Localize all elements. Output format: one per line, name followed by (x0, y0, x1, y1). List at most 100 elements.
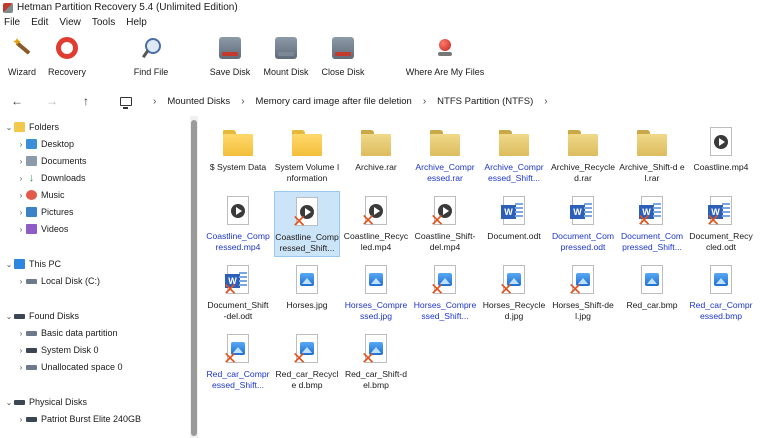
video-file-icon (223, 195, 253, 227)
crumb-memory-card-image[interactable]: Memory card image after file deletion (256, 96, 412, 107)
chevron-down-icon[interactable]: ⌄ (4, 123, 14, 132)
file-item[interactable]: ✕ Archive_Compr essed_Shift... (481, 122, 547, 188)
back-arrow-icon[interactable]: ← (0, 94, 34, 108)
mount-disk-button[interactable]: Mount Disk (254, 37, 318, 77)
image-file-icon: ✕ (361, 333, 391, 367)
breadcrumb: › Mounted Disks › Memory card image afte… (120, 89, 559, 113)
tree-item-downloads[interactable]: › ↓ Downloads (16, 170, 86, 186)
chevron-right-icon[interactable]: › (16, 277, 26, 286)
tree-item-videos[interactable]: › Videos (16, 221, 68, 237)
file-name: Horses_Shift-de l.jpg (552, 300, 614, 321)
crumb-mounted-disks[interactable]: Mounted Disks (167, 96, 230, 107)
tree-item-pictures[interactable]: › Pictures (16, 204, 74, 220)
file-item[interactable]: ✕ Horses_Shift-de l.jpg (550, 260, 616, 326)
file-item[interactable]: Coastline.mp4 (688, 122, 754, 188)
file-item[interactable]: System Volume Information (274, 122, 340, 188)
tree-label: Basic data partition (41, 328, 118, 338)
chevron-right-icon[interactable]: › (16, 174, 26, 183)
computer-monitor-icon[interactable] (120, 96, 132, 109)
file-item[interactable]: ✕ Coastline_Shift- del.mp4 (412, 191, 478, 257)
tree-this-pc[interactable]: ⌄ This PC (4, 256, 61, 272)
chevron-right-icon[interactable]: › (16, 225, 26, 234)
tree-item-local-disk[interactable]: › Local Disk (C:) (16, 273, 100, 289)
file-item[interactable]: ✕ Coastline_Comp ressed_Shift... (274, 191, 340, 257)
chevron-right-icon[interactable]: › (16, 346, 26, 355)
crumb-ntfs-partition[interactable]: NTFS Partition (NTFS) (437, 96, 533, 107)
deleted-x-icon: ✕ (637, 142, 652, 161)
file-item[interactable]: ✕ Archive_Shift-d el.rar (619, 122, 685, 188)
menu-edit[interactable]: Edit (31, 17, 48, 28)
tree-item-patriot-disk[interactable]: › Patriot Burst Elite 240GB (16, 411, 141, 427)
up-arrow-icon[interactable]: ↑ (69, 94, 103, 108)
chevron-right-icon[interactable]: › (16, 363, 26, 372)
menu-help[interactable]: Help (126, 17, 147, 28)
tree-item-system-disk[interactable]: › System Disk 0 (16, 342, 99, 358)
tree-label: Unallocated space 0 (41, 362, 123, 372)
file-item[interactable]: ✕ Red_car_Compr essed_Shift... (205, 329, 271, 395)
deleted-x-icon: ✕ (292, 349, 307, 368)
tree-label: Music (41, 190, 65, 200)
close-disk-button[interactable]: Close Disk (311, 37, 375, 77)
save-disk-button[interactable]: Save Disk (198, 37, 262, 77)
tree-folders[interactable]: ⌄ Folders (4, 119, 59, 135)
file-item[interactable]: W Document_Com pressed.odt (550, 191, 616, 257)
chevron-right-icon[interactable]: › (16, 329, 26, 338)
sidebar-scrollbar[interactable] (190, 116, 198, 438)
file-item[interactable]: $ System Data (205, 122, 271, 188)
file-item[interactable]: Red_car.bmp (619, 260, 685, 326)
chevron-down-icon[interactable]: ⌄ (4, 398, 14, 407)
chevron-down-icon[interactable]: ⌄ (4, 260, 14, 269)
menu-view[interactable]: View (59, 17, 81, 28)
chevron-right-icon[interactable]: › (153, 96, 156, 107)
scrollbar-thumb[interactable] (191, 120, 197, 436)
tree-item-music[interactable]: › Music (16, 187, 65, 203)
image-file-icon: ✕ (568, 264, 598, 298)
file-item[interactable]: Archive.rar (343, 122, 409, 188)
file-item[interactable]: W ✕ Document_Shift -del.odt (205, 260, 271, 326)
chevron-right-icon[interactable]: › (16, 415, 26, 424)
tree-item-documents[interactable]: › Documents (16, 153, 87, 169)
tree-found-disks[interactable]: ⌄ Found Disks (4, 308, 79, 324)
tree-physical-disks[interactable]: ⌄ Physical Disks (4, 394, 87, 410)
chevron-right-icon[interactable]: › (423, 96, 426, 107)
file-item[interactable]: Archive_Compr essed.rar (412, 122, 478, 188)
find-file-button[interactable]: Find File (119, 37, 183, 77)
chevron-right-icon[interactable]: › (16, 140, 26, 149)
tree-item-basic-data-partition[interactable]: › Basic data partition (16, 325, 118, 341)
file-item[interactable]: ✕ Horses_Recycle d.jpg (481, 260, 547, 326)
file-item[interactable]: W ✕ Document_Com pressed_Shift... (619, 191, 685, 257)
tree-label: Patriot Burst Elite 240GB (41, 414, 142, 424)
file-item[interactable]: W Document.odt (481, 191, 547, 257)
tree-item-unallocated-space[interactable]: › Unallocated space 0 (16, 359, 123, 375)
deleted-x-icon: ✕ (430, 280, 445, 299)
file-name: $ System Data (209, 162, 267, 172)
file-item[interactable]: ✕ Horses_Compre ssed_Shift... (412, 260, 478, 326)
file-item[interactable]: Red_car_Compr essed.bmp (688, 260, 754, 326)
file-item[interactable]: Horses_Compre ssed.jpg (343, 260, 409, 326)
tree-item-desktop[interactable]: › Desktop (16, 136, 74, 152)
chevron-down-icon[interactable]: ⌄ (4, 312, 14, 321)
chevron-right-icon[interactable]: › (16, 191, 26, 200)
folder-icon (14, 122, 25, 132)
file-item[interactable]: ✕ Red_car_Shift-d el.bmp (343, 329, 409, 395)
tree-label: Downloads (41, 173, 86, 183)
menu-tools[interactable]: Tools (92, 17, 115, 28)
file-item[interactable]: Coastline_Comp ressed.mp4 (205, 191, 271, 257)
chevron-right-icon[interactable]: › (241, 96, 244, 107)
pictures-icon (26, 207, 37, 217)
chevron-right-icon[interactable]: › (544, 96, 547, 107)
file-item[interactable]: ✕ Archive_Recycle d.rar (550, 122, 616, 188)
where-are-my-files-button[interactable]: Where Are My Files (400, 37, 490, 77)
forward-arrow-icon[interactable]: → (35, 94, 69, 108)
recovery-label: Recovery (47, 67, 86, 77)
menu-file[interactable]: File (4, 17, 20, 28)
where-are-my-files-label: Where Are My Files (405, 67, 485, 77)
file-item[interactable]: W ✕ Document_Recy cled.odt (688, 191, 754, 257)
chevron-right-icon[interactable]: › (16, 208, 26, 217)
recovery-button[interactable]: Recovery (35, 37, 99, 77)
file-item[interactable]: ✕ Red_car_Recycle d.bmp (274, 329, 340, 395)
file-item[interactable]: ✕ Coastline_Recyc led.mp4 (343, 191, 409, 257)
file-name: Horses_Compre ssed.jpg (344, 300, 408, 321)
chevron-right-icon[interactable]: › (16, 157, 26, 166)
file-item[interactable]: Horses.jpg (274, 260, 340, 326)
